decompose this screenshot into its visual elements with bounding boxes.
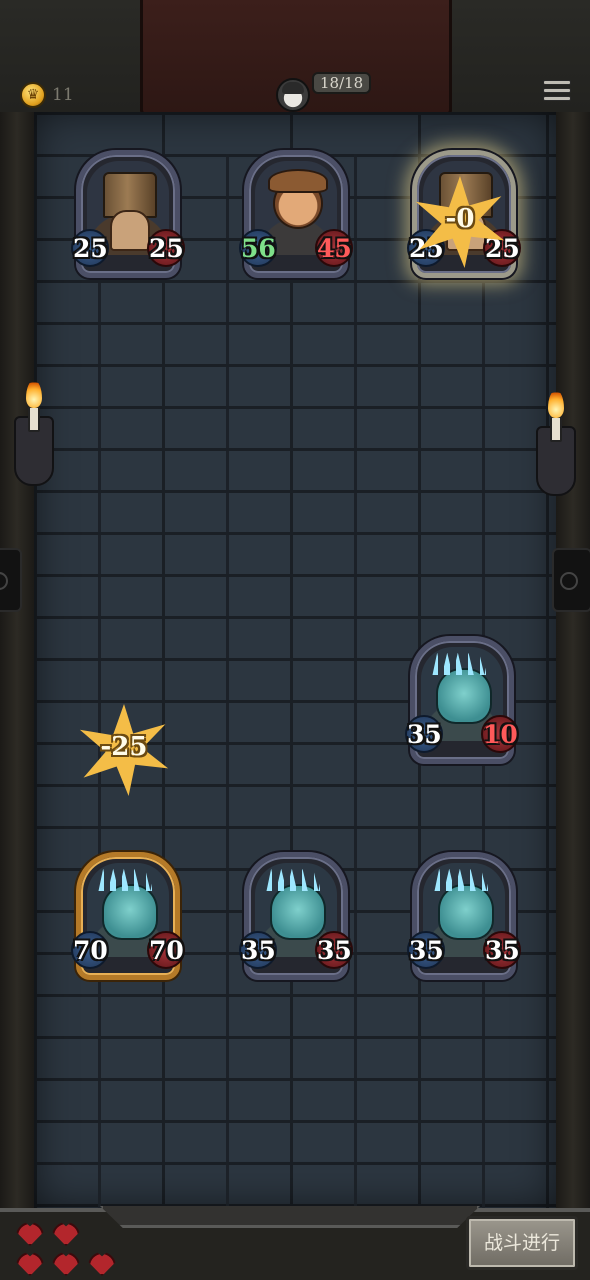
damage-popup: -0 (445, 204, 475, 234)
torch-icon (528, 386, 584, 506)
player-card-1[interactable]: 25 25 (71, 150, 185, 278)
attack-stat: 70 (71, 931, 109, 969)
bottom-trim (100, 1206, 480, 1228)
deck-counter[interactable]: 18/18 (276, 72, 372, 112)
enemy-card-back-1[interactable]: 70 70 (71, 852, 185, 980)
enemy-card-front[interactable]: 35 10 (405, 636, 519, 764)
health-stat: 10 (481, 715, 519, 753)
health-stat: 35 (315, 931, 353, 969)
attack-stat: 25 (71, 229, 109, 267)
torch-icon (6, 376, 62, 496)
enemy-card-back-3[interactable]: 35 35 (407, 852, 521, 980)
damage-popup: -25 (100, 732, 148, 762)
door-hinge-icon (0, 548, 22, 612)
attack-stat: 35 (405, 715, 443, 753)
coin-count: 11 (52, 85, 74, 105)
battle-progress-button[interactable]: 战斗进行 (466, 1216, 578, 1270)
attack-stat: 35 (407, 931, 445, 969)
enemy-card-back-2[interactable]: 35 35 (239, 852, 353, 980)
health-stat: 70 (147, 931, 185, 969)
attack-stat: 35 (239, 931, 277, 969)
deck-count: 18/18 (312, 72, 372, 94)
hero-avatar-icon[interactable] (276, 78, 310, 112)
right-pillar (556, 112, 590, 1208)
crown-coin-icon (20, 82, 46, 108)
health-stat: 45 (315, 229, 353, 267)
health-stat: 25 (147, 229, 185, 267)
coin-counter: 11 (20, 82, 74, 108)
menu-icon[interactable] (543, 80, 571, 104)
health-stat: 35 (483, 931, 521, 969)
attack-stat: 56 (239, 229, 277, 267)
player-card-2[interactable]: 56 45 (239, 150, 353, 278)
door-hinge-icon (552, 548, 590, 612)
left-pillar (0, 112, 34, 1208)
